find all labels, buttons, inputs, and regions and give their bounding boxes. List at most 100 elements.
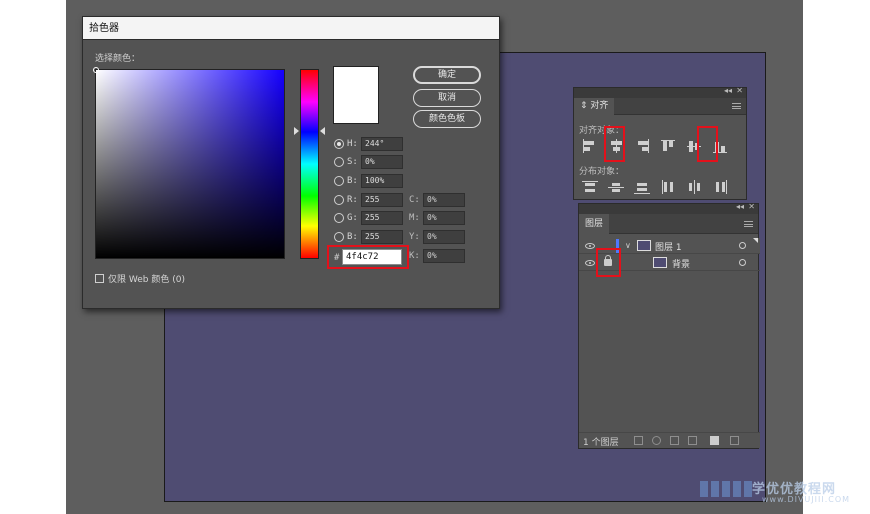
- red-key: R:: [347, 195, 358, 205]
- web-colors-only-option[interactable]: 仅限 Web 颜色 (0): [95, 272, 185, 285]
- align-right-icon[interactable]: [631, 137, 653, 155]
- hue-radio[interactable]: [334, 139, 344, 149]
- cyan-row: C: 0%: [409, 192, 465, 208]
- collapse-icon[interactable]: ◂◂: [724, 86, 732, 95]
- export-icon[interactable]: [634, 436, 643, 445]
- red-radio[interactable]: [334, 195, 344, 205]
- tab-align-label: 对齐: [590, 101, 609, 111]
- visibility-eye-icon[interactable]: [585, 260, 595, 266]
- brightness-radio[interactable]: [334, 176, 344, 186]
- layer-thumbnail: [637, 240, 651, 251]
- hue-slider[interactable]: [300, 69, 319, 259]
- brightness-key: B:: [347, 176, 358, 186]
- close-icon[interactable]: ✕: [748, 202, 755, 211]
- hue-key: H:: [347, 139, 358, 149]
- tab-align-icon: ⇕: [580, 101, 588, 111]
- align-top-icon[interactable]: [657, 137, 679, 155]
- layer-name[interactable]: 背景: [672, 257, 690, 270]
- workspace: 拾色器 选择颜色： 确定 取消 颜色色板 H: 244° S: 0% B: 10…: [66, 0, 803, 514]
- watermark-url: www.DIVUJIII.COM: [762, 495, 851, 504]
- magenta-row: M: 0%: [409, 210, 465, 226]
- selection-corner-icon: [753, 238, 758, 243]
- red-input[interactable]: 255: [361, 193, 403, 207]
- green-input[interactable]: 255: [361, 211, 403, 225]
- distribute-right-icon[interactable]: [709, 178, 731, 196]
- delete-layer-icon[interactable]: [730, 436, 739, 445]
- distribute-bottom-icon[interactable]: [631, 178, 653, 196]
- align-panel: ◂◂ ✕ ⇕ 对齐 对齐对象： 分布对象：: [573, 86, 747, 200]
- select-color-label: 选择颜色：: [95, 54, 141, 64]
- panel-tabbar: ⇕ 对齐: [574, 98, 746, 115]
- target-circle-icon[interactable]: [739, 242, 746, 249]
- saturation-brightness-field[interactable]: [95, 69, 285, 259]
- red-row: R: 255: [334, 192, 403, 208]
- web-colors-checkbox[interactable]: [95, 274, 104, 283]
- saturation-radio[interactable]: [334, 157, 344, 167]
- layers-count: 1 个图层: [583, 438, 619, 448]
- hue-arrow-left-icon[interactable]: [294, 127, 299, 135]
- green-radio[interactable]: [334, 213, 344, 223]
- layers-footer: 1 个图层: [579, 432, 760, 448]
- panel-menu-icon[interactable]: [744, 221, 753, 227]
- hex-highlight-box: [327, 245, 409, 269]
- color-swatches-button[interactable]: 颜色色板: [413, 110, 481, 128]
- saturation-key: S:: [347, 157, 358, 167]
- green-row: G: 255: [334, 210, 403, 226]
- distribute-vertical-center-icon[interactable]: [605, 178, 627, 196]
- lock-highlight-box: [596, 248, 621, 277]
- black-input[interactable]: 0%: [423, 249, 465, 263]
- sublayer-icon[interactable]: [688, 436, 697, 445]
- distribute-horizontal-center-icon[interactable]: [683, 178, 705, 196]
- blue-input[interactable]: 255: [361, 230, 403, 244]
- saturation-input[interactable]: 0%: [361, 155, 403, 169]
- brightness-input[interactable]: 100%: [361, 174, 403, 188]
- panel-topbar: ◂◂ ✕: [579, 202, 758, 214]
- blue-key: B:: [347, 232, 358, 242]
- blue-radio[interactable]: [334, 232, 344, 242]
- color-picker-dialog: 拾色器 选择颜色： 确定 取消 颜色色板 H: 244° S: 0% B: 10…: [82, 16, 500, 309]
- tab-layers[interactable]: 图层: [579, 214, 610, 234]
- yellow-input[interactable]: 0%: [423, 230, 465, 244]
- tab-align[interactable]: ⇕ 对齐: [574, 98, 615, 115]
- distribute-left-icon[interactable]: [657, 178, 679, 196]
- black-key: K:: [409, 251, 420, 261]
- new-color-swatch: [333, 66, 379, 124]
- layer-thumbnail: [653, 257, 667, 268]
- panel-menu-icon[interactable]: [732, 103, 741, 109]
- yellow-key: Y:: [409, 232, 420, 242]
- target-circle-icon[interactable]: [739, 259, 746, 266]
- distribute-icons-row: [579, 178, 731, 196]
- hue-input[interactable]: 244°: [361, 137, 403, 151]
- yellow-row: Y: 0%: [409, 229, 465, 245]
- clipping-mask-icon[interactable]: [670, 436, 679, 445]
- green-key: G:: [347, 213, 358, 223]
- ok-button[interactable]: 确定: [413, 66, 481, 84]
- panel-topbar: ◂◂ ✕: [574, 86, 746, 98]
- magenta-input[interactable]: 0%: [423, 211, 465, 225]
- close-icon[interactable]: ✕: [736, 86, 743, 95]
- visibility-eye-icon[interactable]: [585, 243, 595, 249]
- saturation-row: S: 0%: [334, 154, 403, 170]
- distribute-objects-label: 分布对象：: [579, 167, 625, 177]
- distribute-top-icon[interactable]: [579, 178, 601, 196]
- collapse-icon[interactable]: ◂◂: [736, 202, 744, 211]
- chevron-down-icon[interactable]: ∨: [625, 241, 631, 250]
- dialog-title: 拾色器: [83, 17, 499, 40]
- web-colors-label: 仅限 Web 颜色 (0): [108, 275, 185, 285]
- cancel-button[interactable]: 取消: [413, 89, 481, 107]
- hue-arrow-right-icon[interactable]: [320, 127, 325, 135]
- watermark-logo-icon: [700, 481, 752, 497]
- blue-row: B: 255: [334, 229, 403, 245]
- layer-name[interactable]: 图层 1: [655, 240, 682, 253]
- watermark: 学优优教程网 www.DIVUJIII.COM: [700, 474, 860, 508]
- color-marker[interactable]: [93, 67, 99, 73]
- brightness-row: B: 100%: [334, 173, 403, 189]
- cyan-input[interactable]: 0%: [423, 193, 465, 207]
- panel-tabbar: 图层: [579, 214, 758, 234]
- hue-row: H: 244°: [334, 136, 403, 152]
- search-icon[interactable]: [652, 436, 661, 445]
- new-layer-icon[interactable]: [710, 436, 719, 445]
- horizontal-center-highlight-box: [604, 126, 625, 162]
- align-left-icon[interactable]: [579, 137, 601, 155]
- cyan-key: C:: [409, 195, 420, 205]
